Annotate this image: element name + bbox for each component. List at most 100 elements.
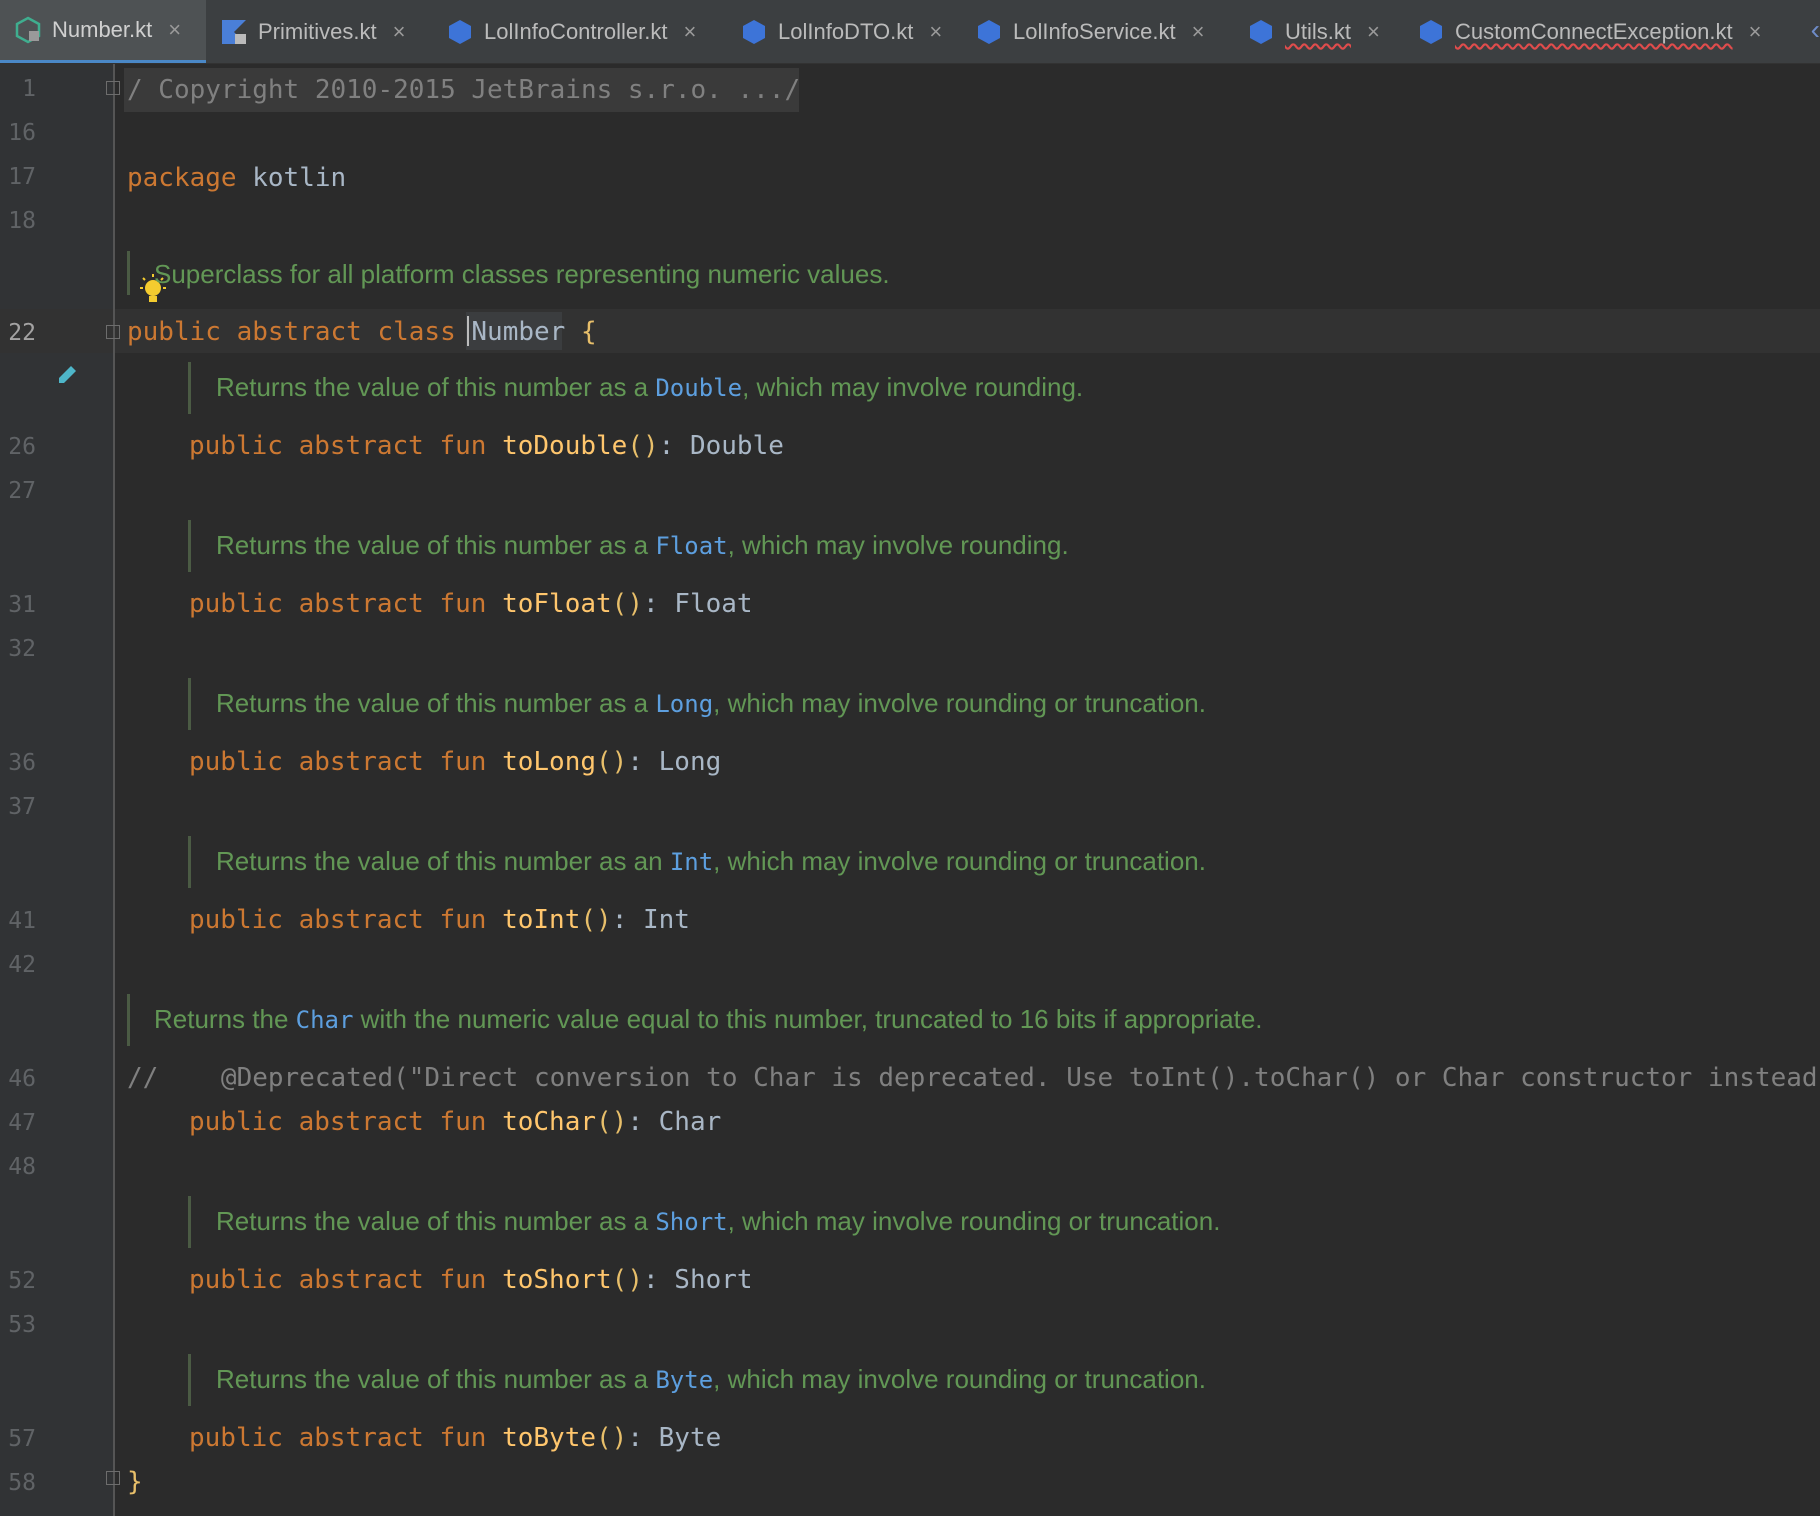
public-keyword: public <box>189 905 283 935</box>
tab-label: Primitives.kt <box>258 19 377 44</box>
parens: () <box>580 905 612 935</box>
method-name: toChar <box>502 1107 597 1137</box>
abstract-keyword: abstract <box>298 905 424 935</box>
method-declaration: public abstract fun toByte(): Byte <box>189 1416 721 1460</box>
close-icon[interactable]: × <box>1192 19 1205 45</box>
member-doc-comment: Returns the value of this number as a Sh… <box>216 1201 1220 1242</box>
doc-link[interactable]: Byte <box>655 1366 713 1394</box>
fold-expand-icon[interactable] <box>106 81 120 95</box>
fun-keyword: fun <box>439 431 487 461</box>
class-declaration: public abstract class Number { <box>127 310 597 354</box>
tab-utils-kt[interactable]: Utils.kt × <box>1233 0 1403 63</box>
close-brace: } <box>127 1467 143 1497</box>
tab-label: Number.kt <box>52 17 153 42</box>
line-number: 32 <box>8 636 36 662</box>
doc-text: Returns the value of this number as a <box>216 530 656 560</box>
fold-collapse-icon[interactable] <box>106 325 120 339</box>
method-name: toShort <box>502 1265 612 1295</box>
tab-customconnectexception-kt[interactable]: CustomConnectException.kt × <box>1403 0 1783 63</box>
text-caret <box>467 316 469 346</box>
doc-link[interactable]: Float <box>655 532 727 560</box>
copyright-comment: / Copyright 2010-2015 JetBrains s.r.o. .… <box>127 75 801 105</box>
doc-link[interactable]: Int <box>670 848 713 876</box>
method-declaration: public abstract fun toShort(): Short <box>189 1258 753 1302</box>
line-number: 27 <box>8 478 36 504</box>
method-name: toInt <box>502 905 581 935</box>
tab-primitives-kt[interactable]: Primitives.kt × <box>206 0 432 63</box>
class-doc-comment: Superclass for all platform classes repr… <box>154 259 890 289</box>
close-icon[interactable]: × <box>929 19 942 45</box>
member-doc-comment: Returns the value of this number as an I… <box>216 841 1206 882</box>
kotlin-class-icon <box>743 20 765 44</box>
fun-keyword: fun <box>439 905 487 935</box>
fun-keyword: fun <box>439 1423 487 1453</box>
gutter-divider <box>113 64 115 1516</box>
close-icon[interactable]: × <box>168 17 181 43</box>
parens: () <box>596 747 628 777</box>
line-number: 48 <box>8 1154 36 1180</box>
public-keyword: public <box>189 1423 283 1453</box>
return-type: Short <box>674 1265 753 1295</box>
abstract-keyword: abstract <box>298 589 424 619</box>
tab-label: Utils.kt <box>1285 19 1351 44</box>
member-doc-comment: Returns the Char with the numeric value … <box>154 999 1263 1040</box>
line-number: 37 <box>8 794 36 820</box>
line-number: 58 <box>8 1470 36 1496</box>
close-icon[interactable]: × <box>393 19 406 45</box>
public-keyword: public <box>127 317 221 347</box>
doc-text: , which may involve rounding. <box>727 530 1069 560</box>
return-type: Double <box>689 431 784 461</box>
doc-link[interactable]: Char <box>296 1006 354 1034</box>
method-name: toFloat <box>502 589 612 619</box>
method-name: toLong <box>502 747 597 777</box>
abstract-keyword: abstract <box>298 747 424 777</box>
line-number: 16 <box>8 120 36 146</box>
doc-link[interactable]: Long <box>655 690 713 718</box>
tab-label: LolInfoController.kt <box>484 19 668 44</box>
abstract-keyword: abstract <box>298 1107 424 1137</box>
doc-text: Returns the <box>154 1004 296 1034</box>
parens: () <box>611 1265 643 1295</box>
open-brace: { <box>580 317 597 347</box>
close-icon[interactable]: × <box>1367 19 1380 45</box>
tab-lolinfoservice-kt[interactable]: LolInfoService.kt × <box>961 0 1233 63</box>
return-type: Byte <box>658 1423 722 1453</box>
doc-bar <box>188 1196 191 1248</box>
editor-tab-bar: Number.kt × Primitives.kt × LolInfoContr… <box>0 0 1820 64</box>
abstract-keyword: abstract <box>298 1423 424 1453</box>
parens: () <box>627 431 659 461</box>
doc-bar <box>188 678 191 730</box>
close-icon[interactable]: × <box>1749 19 1762 45</box>
doc-text: , which may involve rounding. <box>742 372 1084 402</box>
doc-text: Returns the value of this number as an <box>216 846 670 876</box>
fold-end-icon[interactable] <box>106 1471 120 1485</box>
kotlin-class-icon <box>1420 20 1442 44</box>
colon: : <box>627 1107 659 1137</box>
chevron-left-icon[interactable]: ‹ <box>1811 14 1820 46</box>
tab-lolinfocontroller-kt[interactable]: LolInfoController.kt × <box>432 0 726 63</box>
line-number: 47 <box>8 1110 36 1136</box>
close-icon[interactable]: × <box>683 19 696 45</box>
doc-link[interactable]: Double <box>655 374 742 402</box>
line-number: 52 <box>8 1268 36 1294</box>
colon: : <box>627 1423 659 1453</box>
doc-bar <box>127 994 130 1046</box>
method-declaration: public abstract fun toLong(): Long <box>189 740 721 784</box>
tab-lolinfodto-kt[interactable]: LolInfoDTO.kt × <box>726 0 961 63</box>
edit-pencil-icon[interactable] <box>56 362 80 386</box>
doc-link[interactable]: Short <box>655 1208 727 1236</box>
public-keyword: public <box>189 431 283 461</box>
colon: : <box>627 747 659 777</box>
tab-label: CustomConnectException.kt <box>1455 19 1733 44</box>
abstract-keyword: abstract <box>298 1265 424 1295</box>
colon: : <box>642 589 675 619</box>
return-type: Float <box>674 589 753 619</box>
line-number: 41 <box>8 908 36 934</box>
member-doc-comment: Returns the value of this number as a Lo… <box>216 683 1206 724</box>
line-number: 46 <box>8 1066 36 1092</box>
deprecated-comment: // @Deprecated("Direct conversion to Cha… <box>127 1063 1820 1093</box>
tab-number-kt[interactable]: Number.kt × <box>0 0 206 63</box>
package-keyword: package <box>127 163 237 193</box>
package-name: kotlin <box>252 163 347 193</box>
abstract-keyword: abstract <box>236 317 362 347</box>
